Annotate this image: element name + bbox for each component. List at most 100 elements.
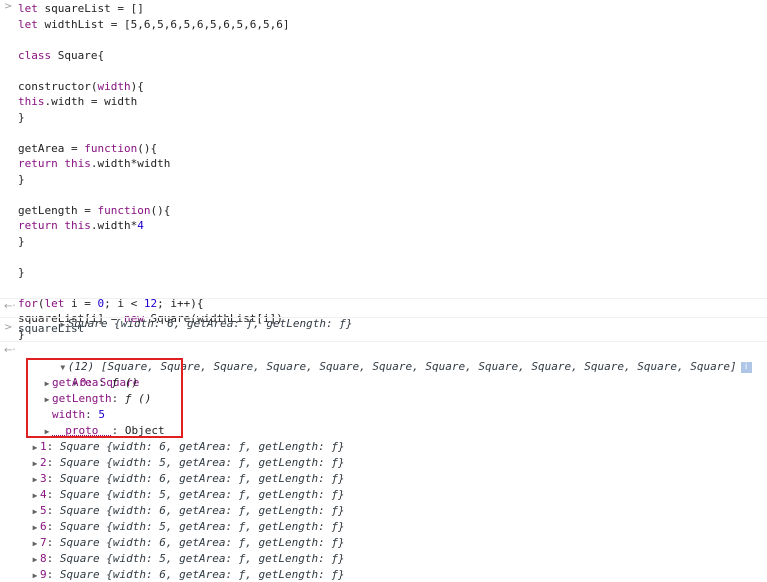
code-line: ​ xyxy=(18,187,767,203)
code-token: width xyxy=(97,79,131,93)
code-line: return this.width*4 xyxy=(18,218,767,234)
code-token: Square{ xyxy=(51,48,105,62)
separator: : xyxy=(46,520,60,533)
code-line: ​ xyxy=(18,280,767,296)
code-token: (){ xyxy=(150,203,171,217)
triangle-right-icon[interactable]: ▶ xyxy=(30,488,40,504)
triangle-right-icon[interactable]: ▶ xyxy=(30,440,40,456)
separator: : xyxy=(46,440,60,453)
code-token: function xyxy=(84,141,138,155)
code-token: .width* xyxy=(90,219,138,232)
console-input-entry[interactable]: > let squareList = [] let widthList = [5,… xyxy=(0,0,767,341)
code-token: } xyxy=(18,265,25,279)
code-line: } xyxy=(18,172,767,188)
code-token: getArea = xyxy=(18,141,85,155)
code-line: ​ xyxy=(18,63,767,79)
array-items: ▶ 1: Square {width: 6, getArea: ƒ, getLen… xyxy=(0,439,767,582)
array-index: 2 xyxy=(40,456,47,469)
array-index: 9 xyxy=(40,568,47,581)
array-item[interactable]: ▶ 5: Square {width: 6, getArea: ƒ, getLen… xyxy=(30,503,767,519)
array-item[interactable]: ▶ 8: Square {width: 5, getArea: ƒ, getLen… xyxy=(30,551,767,567)
code-line: ​ xyxy=(18,125,767,141)
code-block: let squareList = [] let widthList = [5,6,… xyxy=(0,1,767,342)
console-result-entry: ←· ▶ Square {width: 6, getArea: ƒ, getLen… xyxy=(0,299,767,330)
devtools-console: > let squareList = [] let widthList = [5,… xyxy=(0,0,767,582)
console-input-entry-2[interactable]: > squareList xyxy=(0,318,767,342)
code-line: getLength = function(){ xyxy=(18,203,767,219)
array-index: 4 xyxy=(40,488,47,501)
code-token: function xyxy=(97,203,151,217)
code-line: ​ xyxy=(18,32,767,48)
code-line: } xyxy=(18,265,767,281)
highlight-box xyxy=(26,358,183,438)
code-token: squareList = [] xyxy=(37,2,144,15)
input-text: squareList xyxy=(18,322,85,335)
code-token: constructor( xyxy=(18,79,98,93)
code-token: this xyxy=(64,219,91,232)
code-line: getArea = function(){ xyxy=(18,141,767,157)
array-item[interactable]: ▶ 7: Square {width: 6, getArea: ƒ, getLen… xyxy=(30,535,767,551)
code-token: getLength = xyxy=(18,203,98,217)
return-arrow-icon: ←· xyxy=(4,345,16,356)
code-line: return this.width*width xyxy=(18,156,767,172)
item-preview: Square {width: 5, getArea: ƒ, getLength:… xyxy=(59,520,345,533)
separator: : xyxy=(46,488,60,501)
code-line: ​ xyxy=(18,249,767,265)
triangle-right-icon[interactable]: ▶ xyxy=(30,456,40,472)
code-token: } xyxy=(18,110,25,124)
array-index: 3 xyxy=(40,472,47,485)
array-item[interactable]: ▶ 2: Square {width: 5, getArea: ƒ, getLen… xyxy=(30,455,767,471)
array-index: 6 xyxy=(40,520,47,533)
item-preview: Square {width: 6, getArea: ƒ, getLength:… xyxy=(59,536,345,549)
array-index: 8 xyxy=(40,552,47,565)
separator: : xyxy=(46,536,60,549)
item-preview: Square {width: 6, getArea: ƒ, getLength:… xyxy=(59,568,345,581)
code-token: } xyxy=(18,234,25,248)
code-token: return xyxy=(18,157,58,170)
triangle-right-icon[interactable]: ▶ xyxy=(30,552,40,568)
code-token: this xyxy=(18,95,45,108)
array-item[interactable]: ▶ 6: Square {width: 5, getArea: ƒ, getLen… xyxy=(30,519,767,535)
item-preview: Square {width: 5, getArea: ƒ, getLength:… xyxy=(59,552,345,565)
triangle-right-icon[interactable]: ▶ xyxy=(30,536,40,552)
separator: : xyxy=(46,568,60,581)
code-token: widthList = [5,6,5,6,5,6,5,6,5,6,5,6] xyxy=(37,17,290,31)
return-arrow-icon: ←· xyxy=(4,301,16,312)
chevron-right-icon: > xyxy=(4,322,13,333)
item-preview: Square {width: 5, getArea: ƒ, getLength:… xyxy=(59,456,345,469)
array-index: 5 xyxy=(40,504,47,517)
code-token: .width*width xyxy=(90,157,171,170)
separator: : xyxy=(46,472,60,485)
separator: : xyxy=(46,456,60,469)
code-token: let xyxy=(18,17,38,31)
triangle-right-icon[interactable]: ▶ xyxy=(30,568,40,582)
code-line: constructor(width){ xyxy=(18,79,767,95)
array-item[interactable]: ▶ 9: Square {width: 6, getArea: ƒ, getLen… xyxy=(30,567,767,582)
code-token: this xyxy=(64,157,91,170)
code-token: return xyxy=(18,219,58,232)
array-item[interactable]: ▶ 4: Square {width: 5, getArea: ƒ, getLen… xyxy=(30,487,767,503)
item-preview: Square {width: 5, getArea: ƒ, getLength:… xyxy=(59,488,345,501)
array-item[interactable]: ▶ 3: Square {width: 6, getArea: ƒ, getLen… xyxy=(30,471,767,487)
array-index: 1 xyxy=(40,440,47,453)
item-preview: Square {width: 6, getArea: ƒ, getLength:… xyxy=(59,472,345,485)
code-token: .width = width xyxy=(44,95,138,108)
code-line: let widthList = [5,6,5,6,5,6,5,6,5,6,5,6… xyxy=(18,17,767,33)
code-token: (){ xyxy=(137,141,158,155)
item-preview: Square {width: 6, getArea: ƒ, getLength:… xyxy=(59,504,345,517)
code-line: this.width = width xyxy=(18,94,767,110)
triangle-right-icon[interactable]: ▶ xyxy=(30,520,40,536)
code-token: class xyxy=(18,48,52,62)
array-item[interactable]: ▶ 1: Square {width: 6, getArea: ƒ, getLen… xyxy=(30,439,767,455)
code-token: ){ xyxy=(130,79,144,93)
triangle-right-icon[interactable]: ▶ xyxy=(30,504,40,520)
code-token: 4 xyxy=(137,219,144,232)
separator: : xyxy=(46,552,60,565)
triangle-right-icon[interactable]: ▶ xyxy=(30,472,40,488)
chevron-right-icon: > xyxy=(4,1,13,12)
array-index: 7 xyxy=(40,536,47,549)
code-line: } xyxy=(18,234,767,250)
separator: : xyxy=(46,504,60,517)
code-line: let squareList = [] xyxy=(18,1,767,17)
code-line: } xyxy=(18,110,767,126)
